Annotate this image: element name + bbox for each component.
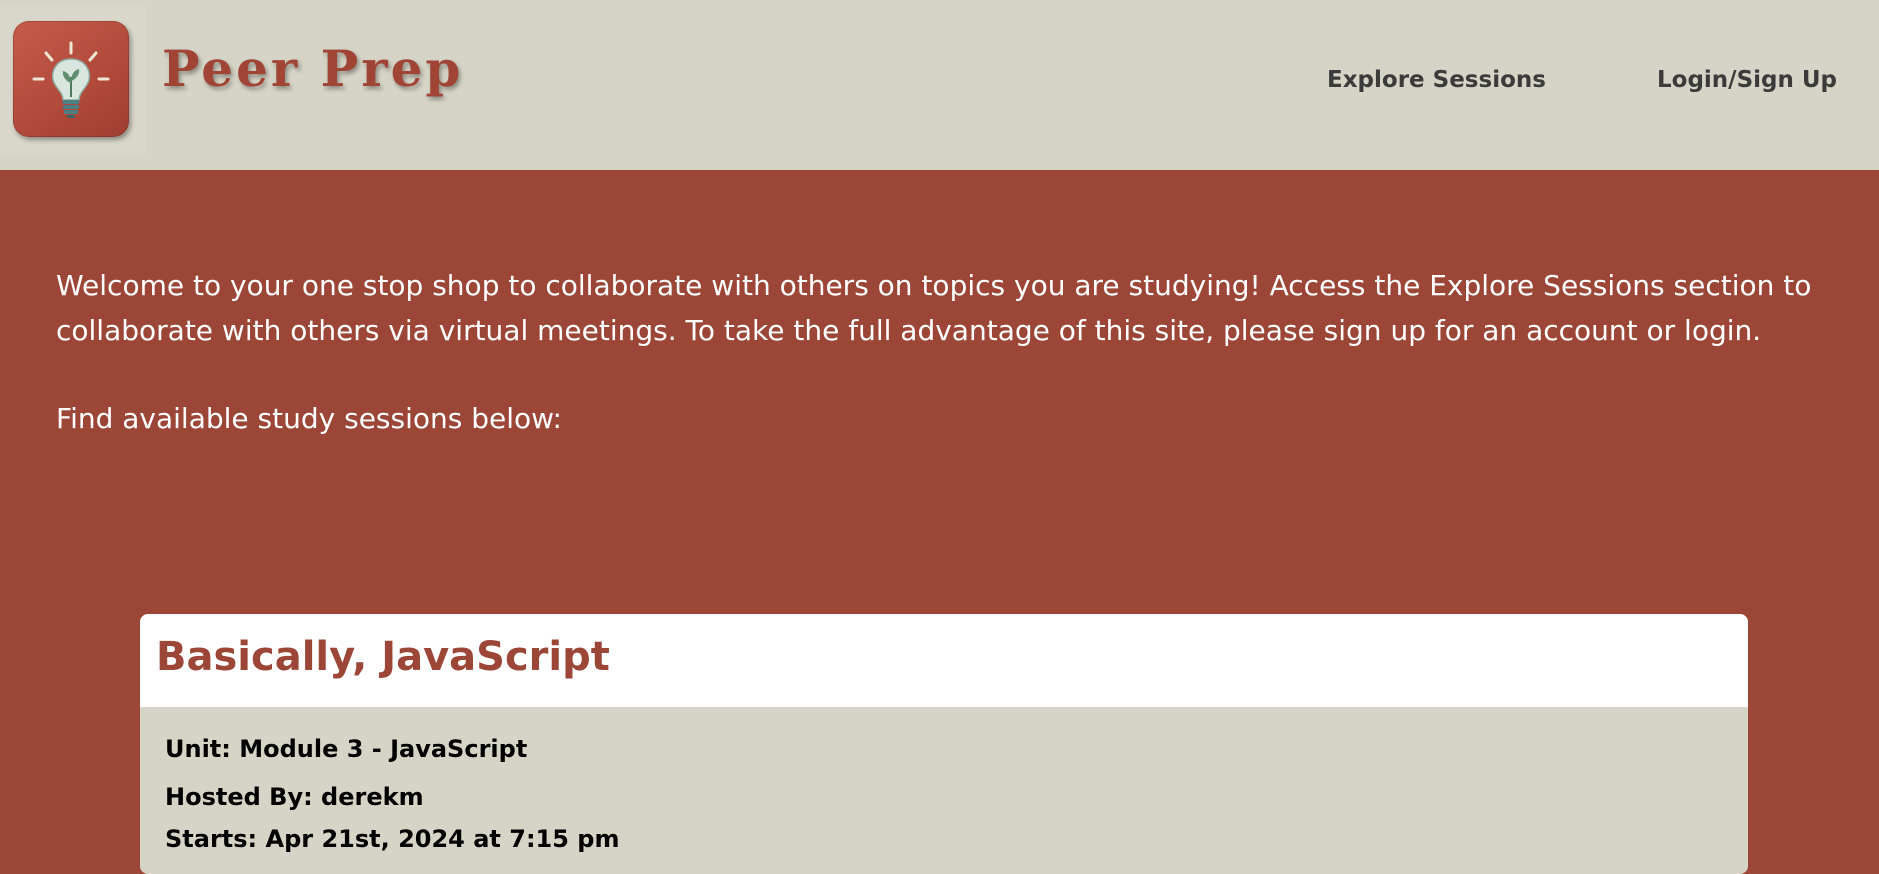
site-header: Peer Prep Explore Sessions Login/Sign Up (0, 0, 1879, 170)
session-card: Basically, JavaScript Unit: Module 3 - J… (140, 614, 1748, 874)
session-unit: Unit: Module 3 - JavaScript (165, 735, 528, 763)
brand-title[interactable]: Peer Prep (162, 44, 463, 94)
session-title: Basically, JavaScript (156, 634, 610, 680)
session-host: Hosted By: derekm (165, 783, 424, 811)
find-sessions-label: Find available study sessions below: (56, 402, 562, 435)
nav-login-signup[interactable]: Login/Sign Up (1657, 69, 1837, 92)
logo-container[interactable] (0, 4, 146, 154)
lightbulb-icon (13, 21, 129, 137)
session-start-time: Starts: Apr 21st, 2024 at 7:15 pm (165, 825, 620, 853)
nav-explore-sessions[interactable]: Explore Sessions (1327, 69, 1546, 92)
intro-text: Welcome to your one stop shop to collabo… (56, 269, 1812, 347)
lightbulb-icon-graphic (32, 41, 110, 118)
session-card-header: Basically, JavaScript (140, 614, 1748, 707)
